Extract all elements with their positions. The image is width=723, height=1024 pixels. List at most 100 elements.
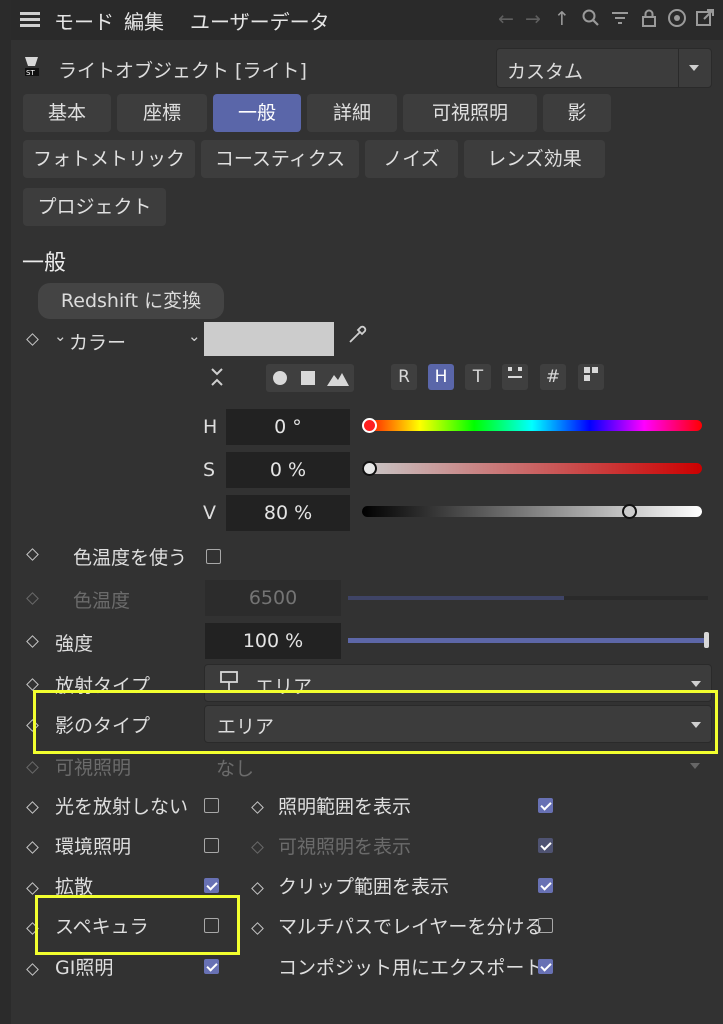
highlight-box-shadow-type <box>33 690 718 754</box>
mixer-icon[interactable] <box>502 364 528 390</box>
keyframe-diamond-icon[interactable] <box>251 882 264 895</box>
keyframe-diamond-icon[interactable] <box>26 963 39 976</box>
chevron-down-icon <box>689 65 699 71</box>
multipass-label: マルチパスでレイヤーを分ける <box>278 916 544 938</box>
no-emit-label: 光を放射しない <box>55 796 189 818</box>
tab-caustics[interactable]: コースティクス <box>201 140 359 178</box>
keyframe-diamond-icon[interactable] <box>26 801 39 814</box>
section-title: 一般 <box>22 251 67 276</box>
show-visible-checkbox <box>538 838 553 853</box>
gi-label: GI照明 <box>55 957 114 979</box>
chevron-down-icon[interactable]: ⌄ <box>188 327 201 345</box>
keyframe-diamond-icon[interactable] <box>26 678 39 691</box>
light-object-icon: ST <box>24 56 40 77</box>
convert-redshift-button[interactable]: Redshift に変換 <box>38 283 224 319</box>
tab-noise[interactable]: ノイズ <box>365 140 458 178</box>
swatches-icon[interactable] <box>578 364 604 390</box>
export-checkbox[interactable] <box>538 959 553 974</box>
keyframe-diamond-icon <box>251 841 264 854</box>
highlight-box-specular <box>35 895 240 955</box>
target-icon[interactable] <box>666 8 688 33</box>
tab-general[interactable]: 一般 <box>213 94 301 132</box>
value-slider-knob[interactable] <box>622 504 637 519</box>
temp-slider-fill <box>348 596 564 600</box>
keyframe-diamond-icon[interactable] <box>26 841 39 854</box>
keyframe-diamond-icon[interactable] <box>251 801 264 814</box>
visible-light-label: 可視照明 <box>55 757 132 779</box>
tab-lens-effects[interactable]: レンズ効果 <box>464 140 605 178</box>
color-swatch[interactable] <box>204 322 334 356</box>
keyframe-diamond-icon[interactable] <box>26 882 39 895</box>
chevron-down-icon <box>691 681 701 687</box>
filter-icon[interactable] <box>609 8 631 33</box>
chevron-down-icon <box>690 763 700 769</box>
tab-coord[interactable]: 座標 <box>117 94 207 132</box>
diffuse-checkbox[interactable] <box>204 878 219 893</box>
hue-slider-knob[interactable] <box>362 418 377 433</box>
eyedropper-icon[interactable] <box>346 322 370 351</box>
show-clip-checkbox[interactable] <box>538 878 553 893</box>
saturation-slider-track[interactable] <box>362 463 702 474</box>
export-label: コンポジット用にエクスポート <box>278 957 544 979</box>
gi-checkbox[interactable] <box>204 959 219 974</box>
tab-project[interactable]: プロジェクト <box>23 188 166 226</box>
ambient-checkbox[interactable] <box>204 838 219 853</box>
square-picker-icon[interactable] <box>301 371 315 385</box>
value-slider-track[interactable] <box>362 506 702 517</box>
svg-text:ST: ST <box>26 69 35 77</box>
object-title: ライトオブジェクト [ライト] <box>58 60 307 82</box>
intensity-field[interactable]: 100 % <box>205 623 341 659</box>
intensity-slider-fill <box>348 638 704 643</box>
saturation-field[interactable]: 0 % <box>226 452 350 488</box>
keyframe-diamond-icon[interactable] <box>251 922 264 935</box>
expand-collapse-icon[interactable] <box>208 364 226 395</box>
no-emit-checkbox[interactable] <box>204 798 219 813</box>
hue-label: H <box>203 416 218 438</box>
tab-basic[interactable]: 基本 <box>23 94 111 132</box>
mode-hex-button[interactable]: # <box>540 364 566 390</box>
show-clip-label: クリップ範囲を表示 <box>278 876 450 898</box>
show-range-label: 照明範囲を表示 <box>278 796 412 818</box>
keyframe-diamond-icon[interactable] <box>26 635 39 648</box>
preset-dropdown[interactable]: カスタム <box>496 48 712 88</box>
tab-shadow[interactable]: 影 <box>543 94 611 132</box>
keyframe-diamond-icon[interactable] <box>26 548 39 561</box>
visible-light-value: なし <box>216 758 255 780</box>
value-field[interactable]: 80 % <box>226 495 350 531</box>
tab-visible-light[interactable]: 可視照明 <box>403 94 537 132</box>
color-label: カラー <box>69 332 127 354</box>
lock-icon[interactable] <box>638 8 660 33</box>
intensity-slider-handle[interactable] <box>704 632 709 648</box>
preset-value: カスタム <box>507 61 584 83</box>
mode-hsv-button[interactable]: H <box>428 364 454 390</box>
mountain-picker-icon[interactable] <box>326 368 350 393</box>
hue-slider-track[interactable] <box>362 420 702 431</box>
intensity-label: 強度 <box>55 633 94 655</box>
new-window-icon[interactable] <box>694 8 716 33</box>
forward-arrow-icon[interactable]: → <box>522 8 544 30</box>
up-arrow-icon[interactable]: ↑ <box>551 8 573 30</box>
chevron-down-icon[interactable]: ⌄ <box>54 327 67 345</box>
menu-userdata[interactable]: ユーザーデータ <box>190 6 330 35</box>
hue-field[interactable]: 0 ° <box>226 409 350 445</box>
temp-label: 色温度 <box>73 590 131 612</box>
keyframe-diamond-icon[interactable] <box>26 333 39 346</box>
multipass-checkbox[interactable] <box>538 918 553 933</box>
search-icon[interactable] <box>580 8 602 33</box>
hamburger-icon[interactable] <box>20 12 40 28</box>
value-label: V <box>203 502 216 524</box>
back-arrow-icon[interactable]: ← <box>495 8 517 30</box>
ambient-label: 環境照明 <box>55 836 132 858</box>
show-range-checkbox[interactable] <box>538 798 553 813</box>
circle-picker-icon[interactable] <box>273 371 287 385</box>
use-temp-checkbox[interactable] <box>206 549 221 564</box>
menu-mode[interactable]: モード <box>54 6 114 35</box>
left-edge <box>0 0 11 1024</box>
mode-temperature-button[interactable]: T <box>465 364 491 390</box>
tab-details[interactable]: 詳細 <box>307 94 397 132</box>
temp-field: 6500 <box>205 580 341 616</box>
saturation-slider-knob[interactable] <box>362 461 377 476</box>
mode-rgb-button[interactable]: R <box>391 364 417 390</box>
menu-edit[interactable]: 編集 <box>124 6 164 35</box>
tab-photometric[interactable]: フォトメトリック <box>23 140 195 178</box>
